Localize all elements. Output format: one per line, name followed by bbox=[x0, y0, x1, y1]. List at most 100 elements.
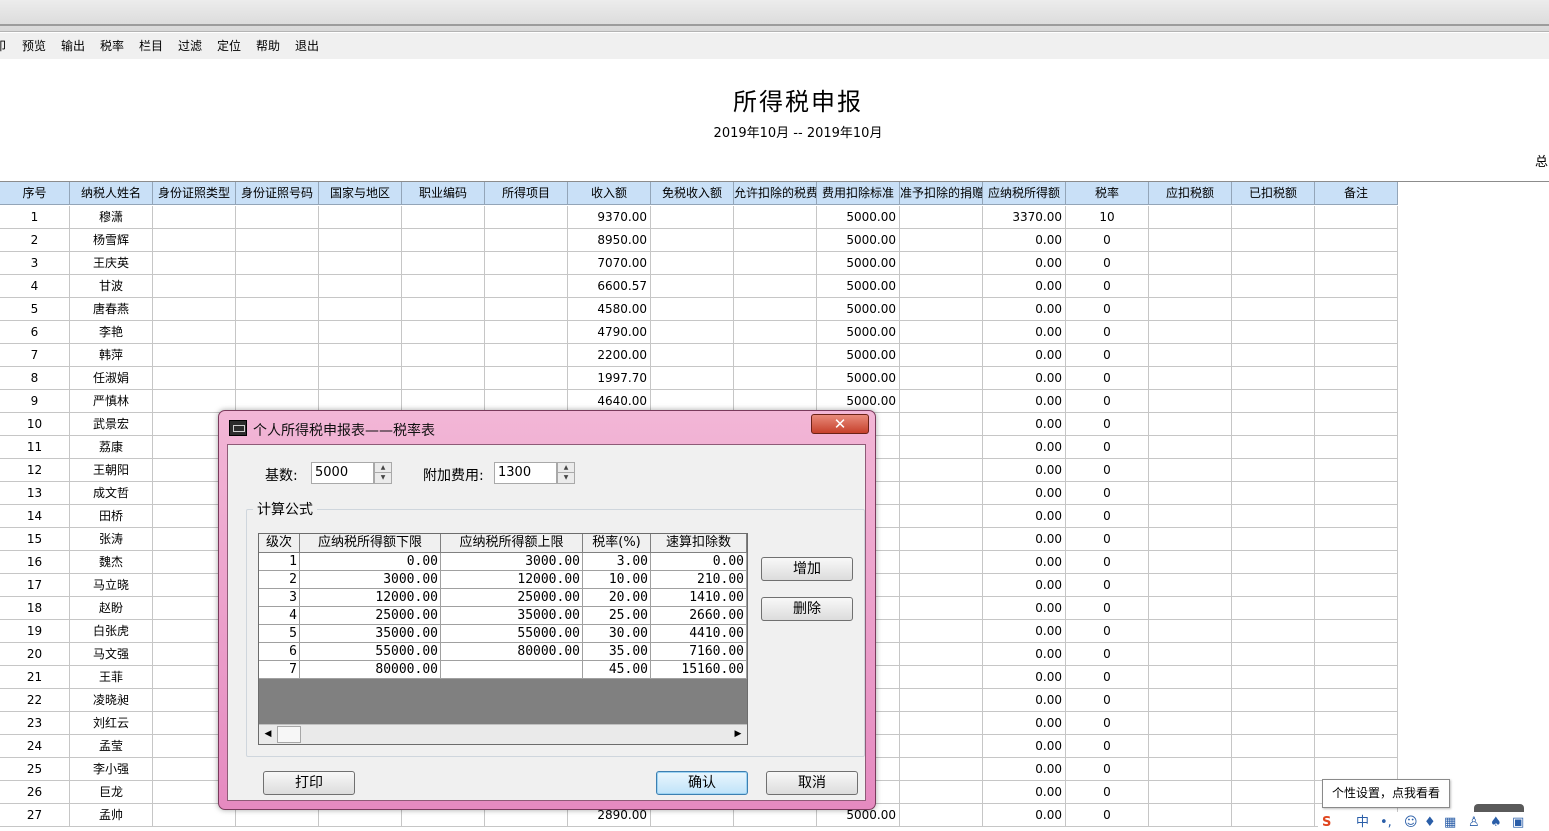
cell-empty[interactable] bbox=[1315, 574, 1398, 597]
cell-empty[interactable] bbox=[1232, 528, 1315, 551]
cell-rate[interactable]: 0 bbox=[1066, 459, 1149, 482]
punctuation-icon[interactable]: •, bbox=[1380, 814, 1392, 831]
cell-no[interactable]: 26 bbox=[0, 781, 70, 804]
cell-taxable[interactable]: 0.00 bbox=[983, 689, 1066, 712]
cell-empty[interactable] bbox=[900, 367, 983, 390]
cell-empty[interactable] bbox=[900, 321, 983, 344]
cell-taxable[interactable]: 0.00 bbox=[983, 321, 1066, 344]
cell-rate[interactable]: 0 bbox=[1066, 482, 1149, 505]
cell-empty[interactable] bbox=[900, 482, 983, 505]
cell-name[interactable]: 马立晓 bbox=[70, 574, 153, 597]
cell-empty[interactable] bbox=[319, 206, 402, 229]
cell-empty[interactable] bbox=[900, 505, 983, 528]
add-button[interactable]: 增加 bbox=[761, 557, 853, 581]
cell-name[interactable]: 王庆英 bbox=[70, 252, 153, 275]
cell-rate[interactable]: 0 bbox=[1066, 574, 1149, 597]
cell-empty[interactable] bbox=[651, 344, 734, 367]
cell-rate[interactable]: 0 bbox=[1066, 505, 1149, 528]
cell-rate[interactable]: 0 bbox=[1066, 689, 1149, 712]
cell-empty[interactable] bbox=[1232, 459, 1315, 482]
cell-empty[interactable] bbox=[1149, 574, 1232, 597]
cell-no[interactable]: 2 bbox=[0, 229, 70, 252]
rate-col-upper-cell[interactable]: 80000.00 bbox=[441, 643, 583, 661]
cell-empty[interactable] bbox=[651, 367, 734, 390]
cell-name[interactable]: 任淑娟 bbox=[70, 367, 153, 390]
cell-name[interactable]: 孟莹 bbox=[70, 735, 153, 758]
cell-taxable[interactable]: 0.00 bbox=[983, 505, 1066, 528]
cell-empty[interactable] bbox=[402, 206, 485, 229]
header-country[interactable]: 国家与地区 bbox=[319, 182, 402, 205]
cell-empty[interactable] bbox=[1149, 643, 1232, 666]
cell-taxable[interactable]: 0.00 bbox=[983, 436, 1066, 459]
rate-col-quick-deduction-header[interactable]: 速算扣除数 bbox=[651, 534, 747, 553]
cell-empty[interactable] bbox=[734, 206, 817, 229]
cell-empty[interactable] bbox=[402, 367, 485, 390]
cell-empty[interactable] bbox=[1315, 275, 1398, 298]
cell-empty[interactable] bbox=[734, 344, 817, 367]
cell-no[interactable]: 16 bbox=[0, 551, 70, 574]
cell-empty[interactable] bbox=[651, 275, 734, 298]
cell-rate[interactable]: 0 bbox=[1066, 298, 1149, 321]
cell-empty[interactable] bbox=[1315, 436, 1398, 459]
cell-empty[interactable] bbox=[153, 344, 236, 367]
rate-col-rate-header[interactable]: 税率(%) bbox=[583, 534, 651, 553]
settings-tooltip[interactable]: 个性设置，点我看看 bbox=[1322, 779, 1450, 808]
rate-col-quick-deduction-cell[interactable]: 2660.00 bbox=[651, 607, 747, 625]
cell-empty[interactable] bbox=[900, 620, 983, 643]
cell-empty[interactable] bbox=[734, 275, 817, 298]
cell-empty[interactable] bbox=[1149, 413, 1232, 436]
cell-no[interactable]: 10 bbox=[0, 413, 70, 436]
cell-name[interactable]: 白张虎 bbox=[70, 620, 153, 643]
cell-no[interactable]: 25 bbox=[0, 758, 70, 781]
cell-empty[interactable] bbox=[1149, 804, 1232, 827]
cancel-button[interactable]: 取消 bbox=[766, 771, 858, 795]
cell-empty[interactable] bbox=[1232, 666, 1315, 689]
cell-empty[interactable] bbox=[651, 229, 734, 252]
cell-empty[interactable] bbox=[900, 574, 983, 597]
cell-empty[interactable] bbox=[734, 252, 817, 275]
spin-down-icon[interactable]: ▼ bbox=[375, 473, 391, 483]
ime-mode-label[interactable]: 中 bbox=[1356, 814, 1369, 831]
rate-col-rate-cell[interactable]: 10.00 bbox=[583, 571, 651, 589]
cell-empty[interactable] bbox=[1149, 528, 1232, 551]
base-spinner[interactable]: ▲ ▼ bbox=[374, 462, 392, 484]
cell-taxable[interactable]: 0.00 bbox=[983, 298, 1066, 321]
cell-taxable[interactable]: 0.00 bbox=[983, 275, 1066, 298]
spin-up-icon[interactable]: ▲ bbox=[558, 463, 574, 473]
header-tax-free[interactable]: 免税收入额 bbox=[651, 182, 734, 205]
cell-empty[interactable] bbox=[1149, 367, 1232, 390]
cell-income[interactable]: 8950.00 bbox=[568, 229, 651, 252]
cell-rate[interactable]: 0 bbox=[1066, 344, 1149, 367]
cell-taxable[interactable]: 0.00 bbox=[983, 229, 1066, 252]
cell-empty[interactable] bbox=[485, 275, 568, 298]
header-name[interactable]: 纳税人姓名 bbox=[70, 182, 153, 205]
extra-fee-input[interactable]: 1300 bbox=[494, 462, 557, 484]
rate-col-lower-cell[interactable]: 12000.00 bbox=[300, 589, 441, 607]
cell-rate[interactable]: 0 bbox=[1066, 551, 1149, 574]
cell-empty[interactable] bbox=[734, 321, 817, 344]
cell-name[interactable]: 田桥 bbox=[70, 505, 153, 528]
menu-print[interactable]: 印 bbox=[0, 39, 6, 53]
cell-empty[interactable] bbox=[734, 367, 817, 390]
cell-no[interactable]: 23 bbox=[0, 712, 70, 735]
rate-col-quick-deduction-cell[interactable]: 7160.00 bbox=[651, 643, 747, 661]
cell-name[interactable]: 张涛 bbox=[70, 528, 153, 551]
cell-rate[interactable]: 0 bbox=[1066, 643, 1149, 666]
cell-empty[interactable] bbox=[1315, 666, 1398, 689]
header-occupation[interactable]: 职业编码 bbox=[402, 182, 485, 205]
cell-empty[interactable] bbox=[1232, 321, 1315, 344]
cell-empty[interactable] bbox=[900, 528, 983, 551]
cell-empty[interactable] bbox=[1149, 758, 1232, 781]
cell-no[interactable]: 19 bbox=[0, 620, 70, 643]
cell-empty[interactable] bbox=[1232, 229, 1315, 252]
cell-empty[interactable] bbox=[1232, 413, 1315, 436]
rate-col-quick-deduction-cell[interactable]: 210.00 bbox=[651, 571, 747, 589]
cell-empty[interactable] bbox=[900, 229, 983, 252]
header-tax-due[interactable]: 应扣税额 bbox=[1149, 182, 1232, 205]
cell-empty[interactable] bbox=[402, 275, 485, 298]
cell-no[interactable]: 18 bbox=[0, 597, 70, 620]
header-id-type[interactable]: 身份证照类型 bbox=[153, 182, 236, 205]
cell-no[interactable]: 24 bbox=[0, 735, 70, 758]
cell-empty[interactable] bbox=[1232, 620, 1315, 643]
header-tax-paid[interactable]: 已扣税额 bbox=[1232, 182, 1315, 205]
